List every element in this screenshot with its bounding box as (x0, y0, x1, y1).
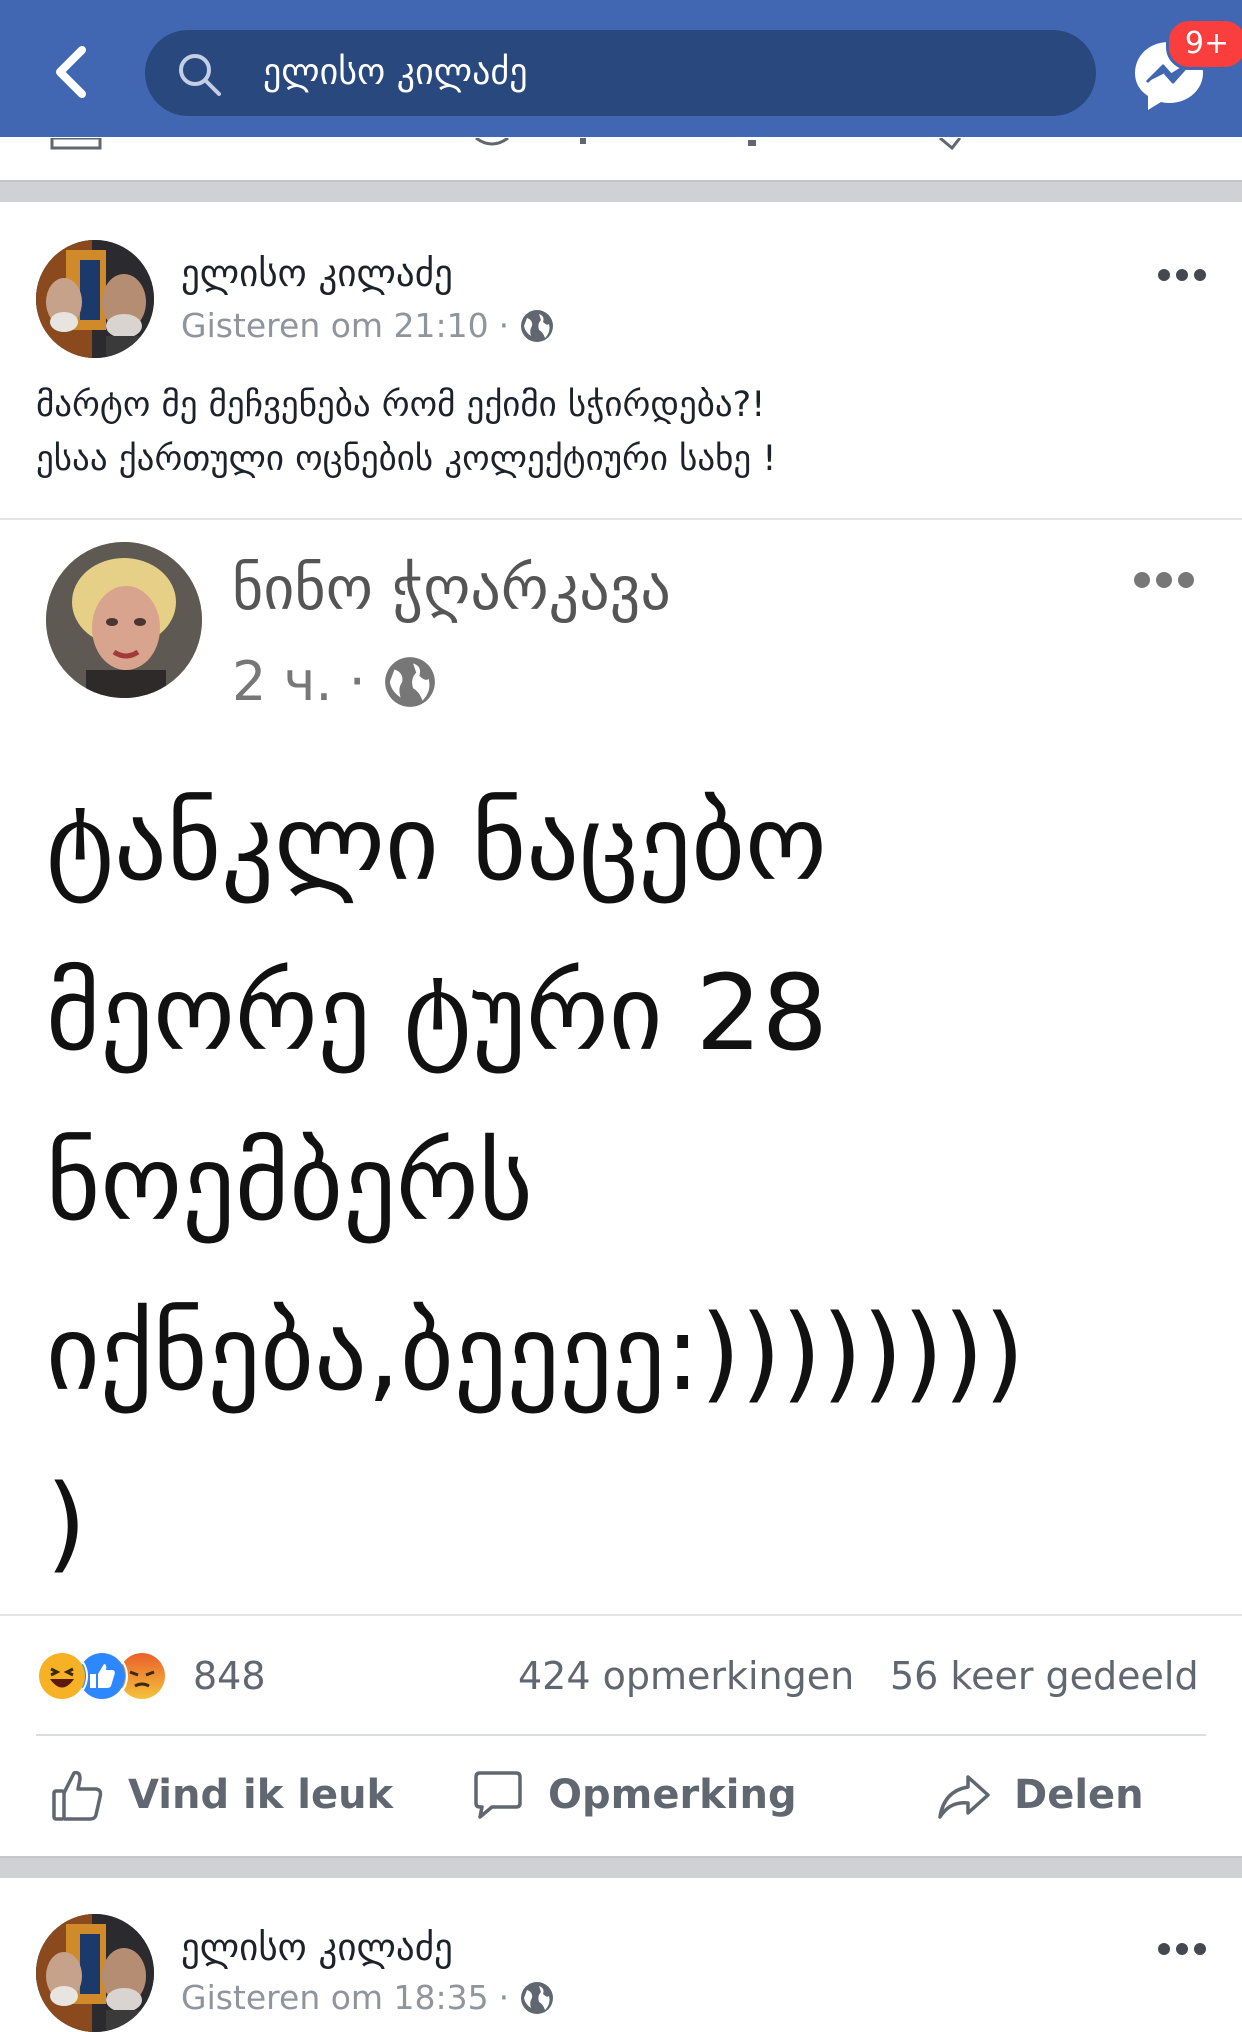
search-input[interactable]: ელისო კილაძე (145, 30, 1096, 116)
post-options-button[interactable] (1158, 266, 1214, 286)
post-timestamp[interactable]: Gisteren om 21:10 (181, 306, 489, 345)
search-value: ელისო კილაძე (263, 52, 528, 93)
top-bar: ელისო კილაძე 9+ (0, 0, 1242, 137)
share-icon (938, 1775, 990, 1819)
reactions-summary: 848 424 opmerkingen 56 keer gedeeld (0, 1614, 1242, 1734)
image-text-line: ) (46, 1462, 87, 1584)
reaction-count[interactable]: 848 (193, 1650, 266, 1702)
share-label: Delen (1014, 1772, 1144, 1818)
shares-count[interactable]: 56 keer gedeeld (890, 1650, 1199, 1702)
back-button[interactable] (44, 40, 100, 104)
post-author[interactable]: ელისო კილაძე (181, 252, 453, 295)
post-text-line: მარტო მე მეჩვენება რომ ექიმი სჭირდება?! (36, 385, 766, 425)
comment-label: Opmerking (548, 1772, 797, 1818)
globe-icon (521, 309, 554, 342)
post-text-line: ესაა ქართული ოცნების კოლექტიური სახე ! (36, 439, 777, 479)
post-text: მარტო მე მეჩვენება რომ ექიმი სჭირდება?! … (36, 378, 1206, 486)
image-meta-dot: · (348, 650, 366, 713)
image-text-line: იქნება,ბეეეე:)))))))) (46, 1292, 1025, 1414)
image-text-line: მეორე ტური 28 (46, 952, 828, 1074)
image-text-line: ტანკლი ნაცებო (46, 782, 827, 904)
image-text-line: ნოემბერს (46, 1122, 533, 1244)
post-meta: Gisteren om 21:10 · (181, 306, 555, 345)
avatar[interactable] (36, 240, 154, 358)
image-author: ნინო ჭღარკავა (232, 554, 671, 624)
globe-icon (384, 656, 435, 707)
reaction-icons[interactable] (36, 1650, 186, 1702)
image-options-icon (1134, 572, 1204, 594)
like-button[interactable]: Vind ik leuk (50, 1736, 393, 1854)
previous-post-actions-peek (0, 137, 1242, 151)
post-meta: Gisteren om 18:35 · (181, 1978, 555, 2017)
globe-icon (521, 1981, 554, 2014)
post-options-button[interactable] (1158, 1940, 1214, 1960)
comment-button[interactable]: Opmerking (470, 1736, 797, 1854)
feed-separator (0, 180, 1242, 202)
like-label: Vind ik leuk (128, 1772, 394, 1818)
post-author[interactable]: ელისო კილაძე (181, 1926, 453, 1969)
avatar[interactable] (36, 1914, 154, 2032)
image-timestamp: 2 ч. (232, 650, 333, 713)
comment-icon (474, 1771, 522, 1819)
meta-dot: · (498, 1978, 510, 2017)
messenger-badge: 9+ (1166, 18, 1242, 70)
comments-count[interactable]: 424 opmerkingen (518, 1650, 854, 1702)
meta-dot: · (498, 306, 510, 345)
share-button[interactable]: Delen (936, 1736, 1144, 1854)
image-meta: 2 ч. · (232, 650, 438, 713)
feed-separator (0, 1856, 1242, 1878)
chevron-left-icon (56, 46, 86, 98)
image-avatar (46, 542, 202, 698)
image-text: ტანკლი ნაცებო მეორე ტური 28 ნოემბერს იქნ… (46, 758, 1226, 1608)
search-icon (179, 54, 221, 96)
post-image[interactable]: ნინო ჭღარკავა 2 ч. · ტანკლი ნაცებო მეორე… (0, 518, 1242, 1616)
post-timestamp[interactable]: Gisteren om 18:35 (181, 1978, 489, 2017)
thumbs-up-icon (52, 1770, 103, 1821)
haha-icon (36, 1650, 88, 1702)
